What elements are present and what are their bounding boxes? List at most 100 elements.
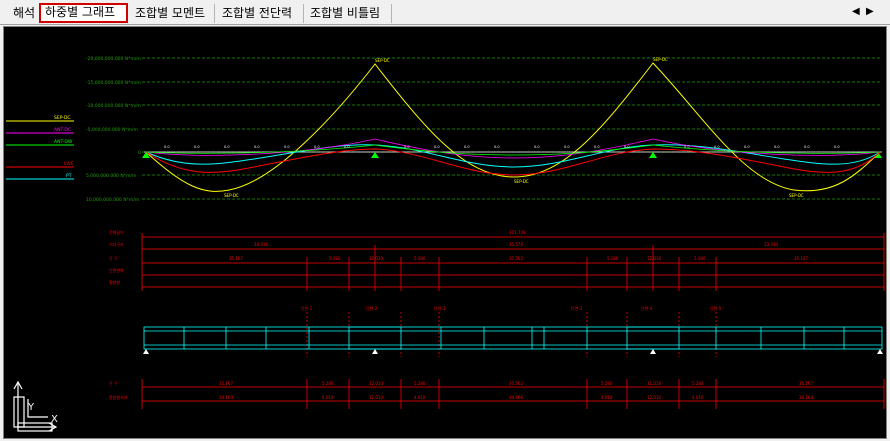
tab-scroll-left-icon[interactable]: ◀ bbox=[852, 6, 860, 17]
bottom-dim-value: 4.010 bbox=[601, 395, 613, 400]
tab-combination-shear[interactable]: 조합별 전단력 bbox=[218, 4, 304, 23]
dim-value: 12.010 bbox=[369, 256, 383, 261]
svg-text:0.0: 0.0 bbox=[714, 145, 720, 149]
section-label: 단면-2 bbox=[366, 305, 378, 311]
girder-elevation bbox=[143, 326, 883, 350]
svg-text:0.0: 0.0 bbox=[284, 145, 290, 149]
bottom-dim-value: 12.016 bbox=[647, 395, 661, 400]
y-label: -5,000,000.000 N*m/m bbox=[86, 127, 138, 133]
legend-label: ANT-DC bbox=[54, 127, 71, 133]
svg-text:0.0: 0.0 bbox=[434, 145, 440, 149]
bottom-row-label: 단 구 bbox=[109, 380, 118, 386]
tab-bar: 해석 하중별 그래프 조합별 모멘트 조합별 전단력 조합별 비틀림 ◀ ▶ bbox=[0, 0, 890, 25]
graph-canvas[interactable]: -20,000,000.000 N*m/m -15,000,000.000 N*… bbox=[3, 26, 887, 439]
bottom-dim-value: 4.010 bbox=[322, 395, 334, 400]
tab-load-graph[interactable]: 하중별 그래프 bbox=[39, 3, 128, 23]
dim-value: 5.280 bbox=[414, 256, 426, 261]
svg-text:0.0: 0.0 bbox=[224, 145, 230, 149]
dim-value: 5.280 bbox=[694, 256, 706, 261]
y-label: 10,000,000.000 N*m/m bbox=[86, 197, 139, 203]
y-label: -10,000,000.000 N*m/m bbox=[86, 103, 141, 109]
legend: SEP-DC ANT-DC ANT-DW LIVE PT bbox=[6, 115, 74, 180]
bottom-dim-value: 5.280 bbox=[601, 381, 613, 386]
dim-value: 5.280 bbox=[329, 256, 341, 261]
dim-total: 101.739 bbox=[509, 230, 526, 235]
girder-supports bbox=[143, 349, 883, 354]
svg-text:0.0: 0.0 bbox=[164, 145, 170, 149]
bottom-dim-value: 5.280 bbox=[322, 381, 334, 386]
legend-label: PT bbox=[66, 173, 72, 179]
section-label: 단면-4 bbox=[641, 305, 653, 311]
peak-label: SEP-DC bbox=[224, 193, 239, 198]
legend-label: SEP-DC bbox=[54, 115, 71, 121]
y-label: 0 bbox=[138, 150, 141, 156]
section-label: 단면-1 bbox=[301, 305, 313, 311]
dim-value: 37.562 bbox=[509, 256, 523, 261]
section-label: 단면-3 bbox=[571, 305, 583, 311]
section-cut-lines bbox=[306, 312, 717, 357]
bottom-dim-value: 5.280 bbox=[414, 381, 426, 386]
dim-value: 33.314 bbox=[254, 242, 268, 247]
svg-text:0.0: 0.0 bbox=[464, 145, 470, 149]
axis-y-label: Y bbox=[27, 402, 35, 413]
bottom-dim-value: 34.166 bbox=[509, 395, 523, 400]
dim-row-label: 전체길이 bbox=[109, 229, 124, 235]
y-label: -15,000,000.000 N*m/m bbox=[86, 80, 141, 86]
svg-text:0.0: 0.0 bbox=[624, 145, 630, 149]
svg-text:0.0: 0.0 bbox=[744, 145, 750, 149]
svg-text:0.0: 0.0 bbox=[774, 145, 780, 149]
svg-text:0.0: 0.0 bbox=[804, 145, 810, 149]
svg-text:0.0: 0.0 bbox=[254, 145, 260, 149]
bottom-dim-value: 37.562 bbox=[509, 381, 523, 386]
section-label: 단면-5 bbox=[710, 305, 722, 311]
peak-label: SEP-DC bbox=[514, 179, 529, 184]
svg-text:0.0: 0.0 bbox=[534, 145, 540, 149]
tab-combination-moment[interactable]: 조합별 모멘트 bbox=[131, 4, 215, 23]
svg-text:0.0: 0.0 bbox=[314, 145, 320, 149]
y-label: -20,000,000.000 N*m/m bbox=[86, 56, 141, 62]
legend-label: LIVE bbox=[64, 161, 74, 167]
dim-value: 5.280 bbox=[607, 256, 619, 261]
svg-text:0.0: 0.0 bbox=[594, 145, 600, 149]
bottom-dim-value: 12.010 bbox=[369, 395, 383, 400]
svg-text:0.0: 0.0 bbox=[194, 145, 200, 149]
tab-combination-torsion[interactable]: 조합별 비틀림 bbox=[306, 4, 392, 23]
dim-row-label: 거더구조 bbox=[109, 241, 124, 247]
bottom-dim-value: 34.164 bbox=[219, 395, 233, 400]
peak-label: SEP-DC bbox=[789, 193, 804, 198]
dim-row-label: 단면변화 bbox=[109, 267, 124, 273]
svg-text:0.0: 0.0 bbox=[564, 145, 570, 149]
dim-row-label: 횡방향 bbox=[109, 279, 120, 285]
dim-value: 35.167 bbox=[229, 256, 243, 261]
bottom-row-label: 종방향거리 bbox=[109, 394, 128, 400]
bottom-dim-value: 34.164 bbox=[799, 395, 813, 400]
bottom-dim-value: 4.010 bbox=[414, 395, 426, 400]
graph-svg: -20,000,000.000 N*m/m -15,000,000.000 N*… bbox=[6, 56, 885, 432]
axis-x-label: X bbox=[51, 414, 58, 425]
tab-analysis[interactable]: 해석 bbox=[9, 4, 41, 23]
dim-value: 33.314 bbox=[764, 242, 778, 247]
dim-row-label: 단 구 bbox=[109, 255, 118, 261]
bottom-dim-value: 5.280 bbox=[692, 381, 704, 386]
section-label: 단면-3 bbox=[434, 305, 446, 311]
dim-value: 35.167 bbox=[794, 256, 808, 261]
grid-lines bbox=[142, 57, 882, 200]
axis-triad-icon bbox=[13, 380, 58, 432]
tab-scroll-right-icon[interactable]: ▶ bbox=[866, 6, 874, 17]
dim-value: 35.576 bbox=[509, 242, 523, 247]
peak-label: SEP-DC bbox=[653, 57, 668, 62]
bottom-dim-value: 12.016 bbox=[647, 381, 661, 386]
svg-text:0.0: 0.0 bbox=[404, 145, 410, 149]
y-label: 5,000,000.000 N*m/m bbox=[86, 173, 136, 179]
dim-value: 12.016 bbox=[647, 256, 661, 261]
svg-text:0.0: 0.0 bbox=[344, 145, 350, 149]
legend-label: ANT-DW bbox=[54, 139, 73, 145]
bottom-dim-value: 35.167 bbox=[219, 381, 233, 386]
value-labels: 0.0 0.0 0.0 0.0 0.0 0.0 0.0 0.0 0.0 0.0 0.0 0.0 … bbox=[164, 145, 840, 149]
svg-text:0.0: 0.0 bbox=[684, 145, 690, 149]
bottom-dim-value: 35.167 bbox=[799, 381, 813, 386]
peak-label: SEP-DC bbox=[375, 58, 390, 63]
svg-text:0.0: 0.0 bbox=[494, 145, 500, 149]
bottom-dim-value: 12.010 bbox=[369, 381, 383, 386]
bottom-dim-value: 4.010 bbox=[692, 395, 704, 400]
